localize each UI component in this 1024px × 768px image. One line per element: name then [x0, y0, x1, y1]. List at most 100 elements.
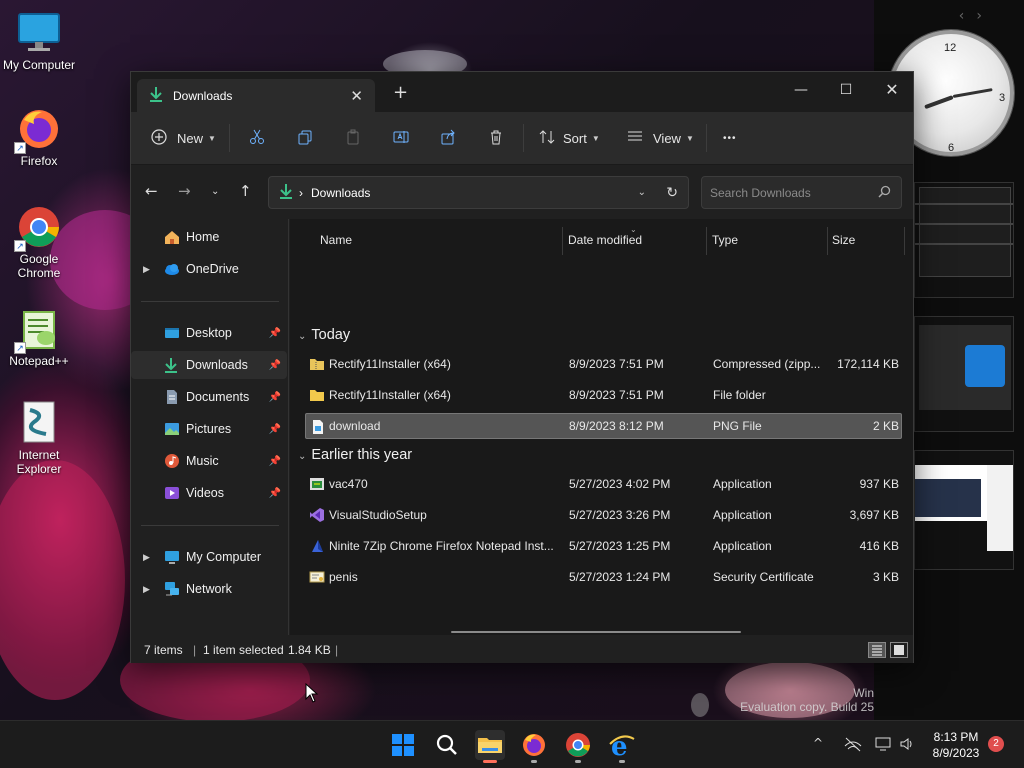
column-header-date-modified[interactable]: Date modified — [568, 225, 642, 255]
sort-button[interactable]: Sort ▼ — [539, 126, 600, 150]
sidebar-item-pictures[interactable]: Pictures 📌 — [131, 415, 287, 443]
back-arrow-icon[interactable]: ← — [145, 182, 158, 200]
notepadpp-icon: ↗ — [14, 306, 62, 354]
app-icon — [309, 476, 325, 492]
certificate-icon — [309, 569, 325, 585]
sidebar-item-videos[interactable]: Videos 📌 — [131, 479, 287, 507]
paste-button[interactable] — [345, 126, 361, 150]
side-panel-nav[interactable]: ‹› — [959, 8, 994, 24]
desktop-icon-label: My Computer — [2, 58, 76, 72]
horizontal-scrollbar[interactable] — [451, 631, 741, 633]
status-selected: 1 item selected — [203, 643, 284, 657]
cut-button[interactable] — [249, 126, 265, 150]
address-field[interactable]: › Downloads ⌄ ↻ — [268, 176, 689, 209]
monitor-icon — [164, 549, 180, 565]
breadcrumb-downloads[interactable]: Downloads — [311, 186, 370, 200]
rename-button[interactable] — [393, 126, 409, 150]
file-date: 8/9/2023 8:12 PM — [569, 419, 664, 433]
file-name: penis — [329, 570, 358, 584]
notification-badge[interactable]: 2 — [988, 736, 1004, 752]
sidebar-item-downloads[interactable]: Downloads 📌 — [131, 351, 287, 379]
pin-icon: 📌 — [268, 487, 281, 499]
view-button[interactable]: View ▼ — [627, 126, 694, 150]
file-type: Application — [713, 539, 772, 553]
share-button[interactable] — [441, 126, 457, 150]
new-button[interactable]: New ▼ — [151, 126, 216, 150]
maximize-button[interactable]: ☐ — [823, 76, 869, 106]
details-view-icon[interactable] — [868, 642, 886, 658]
search-icon[interactable] — [878, 185, 891, 201]
side-next-icon[interactable]: › — [976, 8, 994, 24]
sidebar-item-onedrive[interactable]: ▶ OneDrive — [131, 255, 287, 283]
collapse-chevron-icon[interactable]: ⌄ — [298, 451, 306, 462]
refresh-icon[interactable]: ↻ — [666, 184, 678, 201]
tiles-view-icon[interactable] — [890, 642, 908, 658]
group-header-today[interactable]: ⌄ Today — [298, 327, 350, 343]
side-prev-icon[interactable]: ‹ — [959, 8, 977, 24]
column-header-size[interactable]: Size — [832, 225, 855, 255]
expand-chevron-icon[interactable]: ▶ — [143, 552, 150, 563]
file-row[interactable]: Rectify11Installer (x64) 8/9/2023 7:51 P… — [305, 351, 902, 377]
recent-locations-chevron-icon[interactable]: ⌄ — [211, 186, 219, 197]
file-row[interactable]: vac470 5/27/2023 4:02 PM Application 937… — [305, 471, 902, 497]
desktop-icon-internet-explorer[interactable]: Internet Explorer — [0, 400, 78, 476]
close-window-button[interactable]: ✕ — [869, 76, 915, 106]
tab-downloads[interactable]: Downloads ✕ — [137, 79, 375, 112]
address-history-chevron-icon[interactable]: ⌄ — [638, 187, 646, 198]
trash-icon — [488, 129, 504, 148]
file-row[interactable]: penis 5/27/2023 1:24 PM Security Certifi… — [305, 564, 902, 590]
sidebar-item-network[interactable]: ▶ Network — [131, 575, 287, 603]
search-input[interactable]: Search Downloads — [701, 176, 902, 209]
column-header-type[interactable]: Type — [712, 225, 738, 255]
taskbar-chrome[interactable] — [563, 730, 593, 763]
column-header-name[interactable]: Name — [320, 225, 352, 255]
search-button[interactable] — [432, 730, 462, 760]
start-button[interactable] — [388, 730, 418, 760]
volume-icon[interactable] — [899, 736, 917, 756]
taskbar-clock[interactable]: 8:13 PM 8/9/2023 — [924, 729, 988, 761]
file-row[interactable]: Ninite 7Zip Chrome Firefox Notepad Inst.… — [305, 533, 902, 559]
desktop-icon-notepadpp[interactable]: ↗ Notepad++ — [0, 306, 78, 368]
taskbar-firefox[interactable] — [519, 730, 549, 763]
new-tab-button[interactable]: + — [393, 82, 408, 103]
desktop-icon-my-computer[interactable]: My Computer — [0, 10, 78, 72]
sidebar-item-desktop[interactable]: Desktop 📌 — [131, 319, 287, 347]
chevron-down-icon: ▼ — [591, 133, 600, 143]
forward-arrow-icon[interactable]: → — [178, 182, 191, 200]
desktop-icon-label: Firefox — [20, 154, 58, 168]
file-row[interactable]: VisualStudioSetup 5/27/2023 3:26 PM Appl… — [305, 502, 902, 528]
sidebar-item-home[interactable]: Home — [131, 223, 287, 251]
pin-icon: 📌 — [268, 423, 281, 435]
window-thumbnail[interactable] — [914, 182, 1014, 298]
file-type: File folder — [713, 388, 766, 402]
desktop-icon-firefox[interactable]: ↗ Firefox — [0, 106, 78, 168]
delete-button[interactable] — [488, 126, 504, 150]
up-arrow-icon[interactable]: ↑ — [239, 182, 252, 200]
group-header-earlier-this-year[interactable]: ⌄ Earlier this year — [298, 447, 412, 463]
sidebar-item-documents[interactable]: Documents 📌 — [131, 383, 287, 411]
tray-overflow-chevron-icon[interactable]: ^ — [813, 736, 823, 750]
copy-button[interactable] — [297, 126, 313, 150]
window-thumbnail[interactable] — [914, 316, 1014, 432]
shortcut-arrow-icon: ↗ — [14, 240, 26, 252]
more-options-button[interactable]: ••• — [723, 126, 737, 150]
file-row[interactable]: Rectify11Installer (x64) 8/9/2023 7:51 P… — [305, 382, 902, 408]
file-name: Rectify11Installer (x64) — [329, 388, 451, 402]
chrome-icon — [566, 733, 590, 757]
taskbar-file-explorer[interactable] — [475, 730, 505, 763]
desktop-icon-chrome[interactable]: ↗ Google Chrome — [0, 204, 78, 280]
file-row-selected[interactable]: download 8/9/2023 8:12 PM PNG File 2 KB — [305, 413, 902, 439]
expand-chevron-icon[interactable]: ▶ — [143, 264, 150, 275]
collapse-chevron-icon[interactable]: ⌄ — [298, 331, 306, 342]
pictures-icon — [164, 421, 180, 437]
expand-chevron-icon[interactable]: ▶ — [143, 584, 150, 595]
sidebar-item-music[interactable]: Music 📌 — [131, 447, 287, 475]
minimize-button[interactable]: — — [778, 76, 824, 106]
sidebar-item-my-computer[interactable]: ▶ My Computer — [131, 543, 287, 571]
tab-close-button[interactable]: ✕ — [350, 87, 363, 105]
display-icon[interactable] — [875, 736, 893, 756]
zip-folder-icon — [309, 356, 325, 372]
taskbar-internet-explorer[interactable]: e — [607, 730, 637, 763]
network-disconnected-icon[interactable] — [844, 736, 862, 756]
window-thumbnail[interactable] — [914, 450, 1014, 570]
